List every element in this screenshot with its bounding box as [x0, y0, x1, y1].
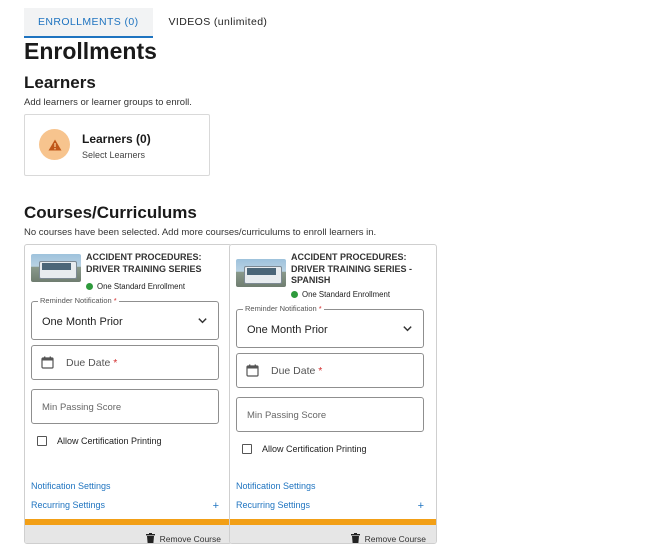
reminder-notification-label: Reminder Notification * [243, 304, 324, 313]
tab-videos[interactable]: VIDEOS (unlimited) [155, 8, 282, 38]
reminder-notification-label: Reminder Notification * [38, 296, 119, 305]
min-passing-score-field [31, 389, 224, 424]
calendar-icon [41, 356, 54, 369]
enrollment-type-label: One Standard Enrollment [302, 290, 390, 299]
course-card: ACCIDENT PROCEDURES: DRIVER TRAINING SER… [229, 244, 437, 544]
trash-icon [145, 533, 155, 543]
learners-heading: Learners [24, 73, 96, 92]
due-date-label: Due Date * [66, 357, 118, 369]
min-passing-score-input[interactable] [238, 399, 429, 432]
notification-settings-link[interactable]: Notification Settings [236, 481, 316, 491]
remove-course-button[interactable]: Remove Course [350, 533, 426, 544]
card-footer: Remove Course [230, 525, 436, 544]
enrollment-type-label: One Standard Enrollment [97, 282, 185, 291]
add-recurring-plus-icon[interactable]: + [418, 501, 424, 512]
status-dot-icon [86, 283, 93, 290]
chevron-down-icon [403, 326, 412, 332]
remove-course-label: Remove Course [364, 533, 426, 544]
recurring-settings-link[interactable]: Recurring Settings [31, 500, 105, 510]
allow-certification-label: Allow Certification Printing [57, 436, 162, 446]
calendar-icon [246, 364, 259, 377]
remove-course-label: Remove Course [159, 533, 221, 544]
checkbox[interactable] [242, 444, 252, 454]
remove-course-button[interactable]: Remove Course [145, 533, 221, 544]
due-date-label: Due Date * [271, 365, 323, 377]
status-dot-icon [291, 291, 298, 298]
course-title: ACCIDENT PROCEDURES: DRIVER TRAINING SER… [291, 252, 413, 285]
course-title: ACCIDENT PROCEDURES: DRIVER TRAINING SER… [86, 252, 202, 274]
select-learners-label: Select Learners [82, 150, 146, 160]
due-date-field[interactable]: Due Date * [31, 345, 219, 380]
notification-settings-link[interactable]: Notification Settings [31, 481, 111, 491]
allow-certification-label: Allow Certification Printing [262, 444, 367, 454]
reminder-notification-value: One Month Prior [42, 316, 123, 328]
recurring-settings-link[interactable]: Recurring Settings [236, 500, 310, 510]
learners-description: Add learners or learner groups to enroll… [24, 97, 192, 108]
trash-icon [350, 533, 360, 543]
due-date-field[interactable]: Due Date * [236, 353, 424, 388]
courses-heading: Courses/Curriculums [24, 203, 197, 222]
reminder-notification-value: One Month Prior [247, 324, 328, 336]
course-card: ACCIDENT PROCEDURES: DRIVER TRAINING SER… [24, 244, 232, 544]
min-passing-score-input[interactable] [33, 391, 224, 424]
add-recurring-plus-icon[interactable]: + [213, 501, 219, 512]
warning-icon [39, 129, 70, 160]
allow-certification-checkbox[interactable]: Allow Certification Printing [37, 436, 162, 446]
enrollment-type: One Standard Enrollment [86, 282, 185, 291]
learners-count-label: Learners (0) [82, 132, 151, 146]
checkbox[interactable] [37, 436, 47, 446]
chevron-down-icon [198, 318, 207, 324]
allow-certification-checkbox[interactable]: Allow Certification Printing [242, 444, 367, 454]
course-thumbnail [236, 259, 286, 287]
card-footer: Remove Course [25, 525, 231, 544]
tab-bar: ENROLLMENTS (0) VIDEOS (unlimited) [24, 8, 281, 38]
page-title: Enrollments [24, 38, 157, 64]
courses-description: No courses have been selected. Add more … [24, 227, 377, 238]
select-learners-card[interactable]: Learners (0) Select Learners [24, 114, 210, 176]
tab-enrollments[interactable]: ENROLLMENTS (0) [24, 8, 153, 38]
course-thumbnail [31, 254, 81, 282]
reminder-notification-select[interactable]: Reminder Notification * One Month Prior [31, 296, 219, 340]
enrollment-type: One Standard Enrollment [291, 290, 390, 299]
reminder-notification-select[interactable]: Reminder Notification * One Month Prior [236, 304, 424, 348]
min-passing-score-field [236, 397, 429, 432]
